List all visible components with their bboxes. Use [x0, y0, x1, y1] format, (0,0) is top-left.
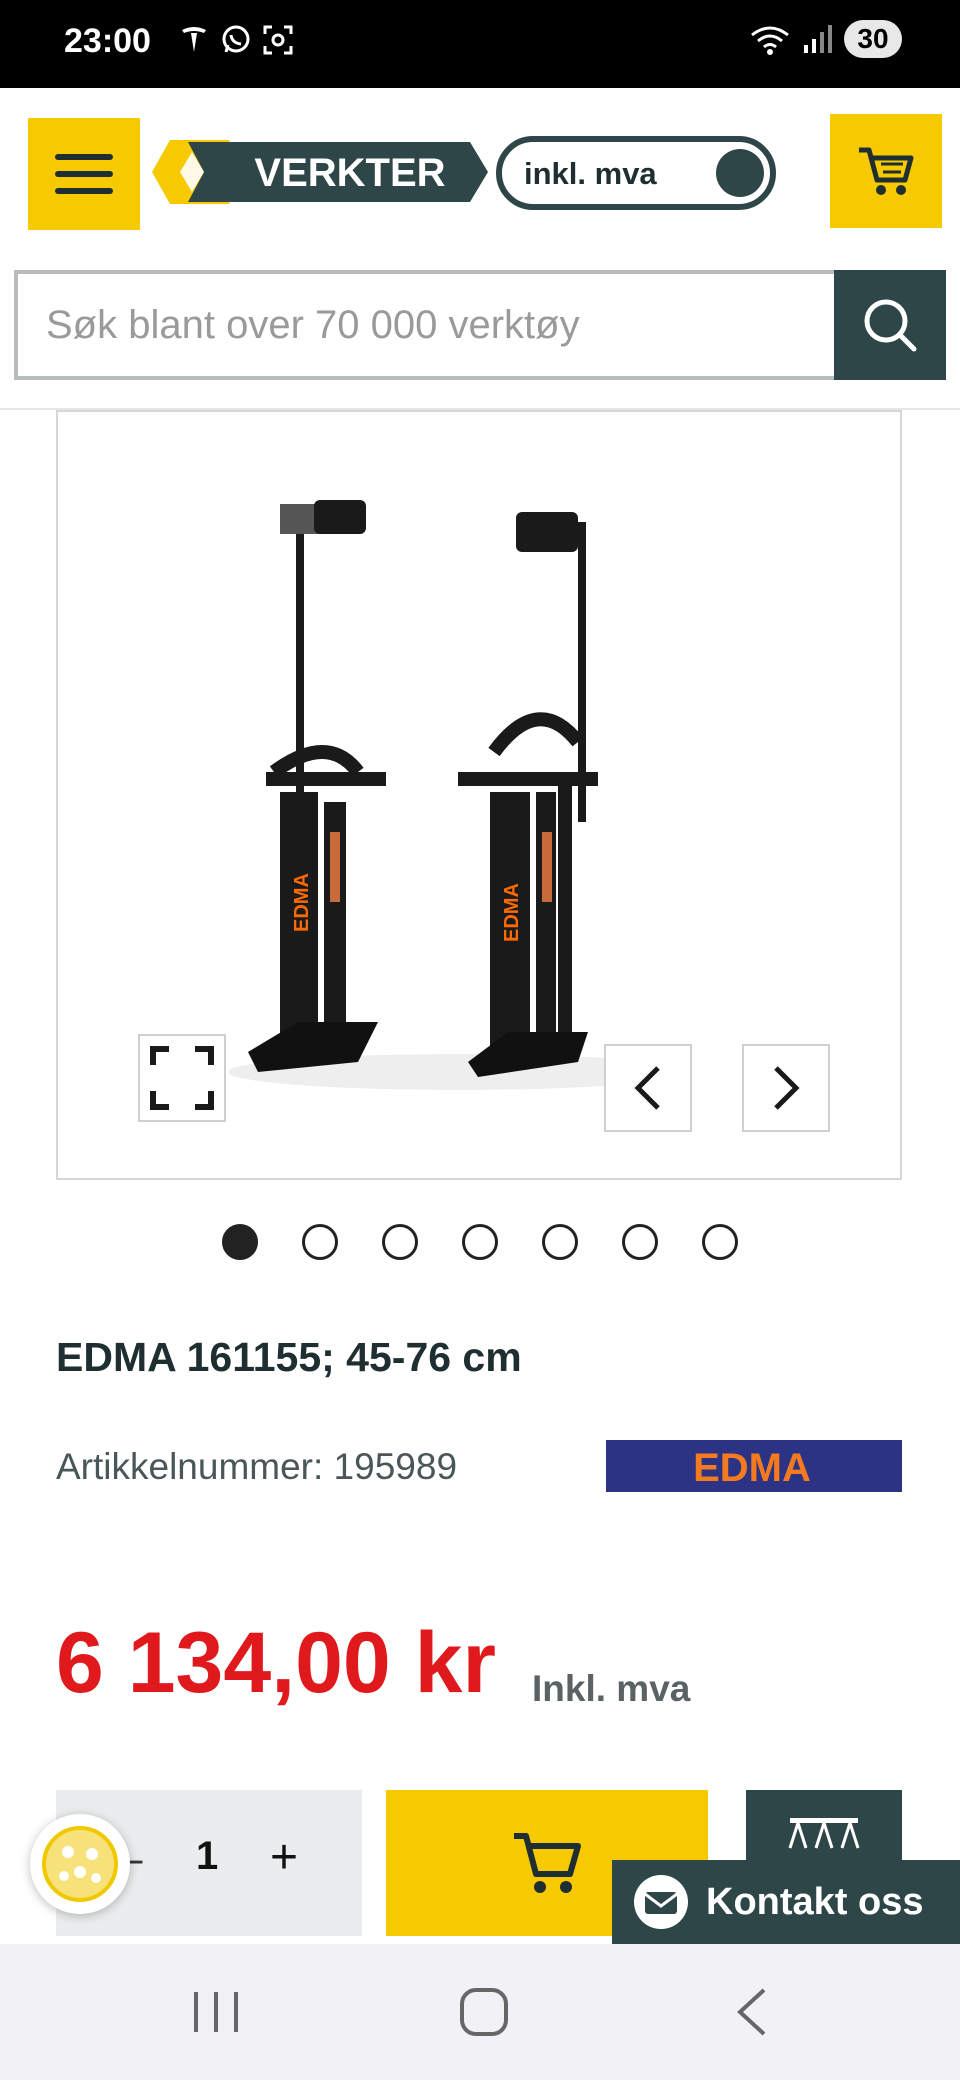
- previous-image-button[interactable]: [604, 1044, 692, 1132]
- product-price: 6 134,00 kr: [56, 1615, 496, 1711]
- gallery-dot-2[interactable]: [302, 1224, 338, 1260]
- chevron-left-icon: [634, 1066, 660, 1110]
- brand-logo-text: EDMA: [693, 1446, 811, 1490]
- status-bar: 23:00 30: [0, 0, 960, 88]
- product-image-gallery[interactable]: EDMA EDMA: [56, 410, 902, 1180]
- envelope-icon: [634, 1875, 688, 1929]
- search-bar: [14, 270, 946, 380]
- contact-label: Kontakt oss: [706, 1880, 924, 1923]
- screenshot-icon: [262, 24, 294, 56]
- search-button[interactable]: [834, 270, 946, 380]
- tesla-icon: [178, 24, 210, 56]
- battery-indicator: 30: [844, 20, 902, 58]
- gallery-dot-5[interactable]: [542, 1224, 578, 1260]
- status-right: 30: [750, 20, 902, 58]
- product-title: EDMA 161155; 45-76 cm: [56, 1334, 522, 1380]
- whatsapp-icon: [220, 24, 252, 56]
- article-number: Artikkelnummer: 195989: [56, 1446, 458, 1487]
- wifi-icon: [751, 26, 789, 55]
- gallery-dot-4[interactable]: [462, 1224, 498, 1260]
- system-navigation-bar: [0, 1944, 960, 2080]
- chevron-right-icon: [774, 1066, 800, 1110]
- status-time: 23:00: [64, 22, 151, 60]
- recent-apps-icon[interactable]: [186, 1984, 246, 2040]
- gallery-dot-7[interactable]: [702, 1224, 738, 1260]
- quantity-increase-button[interactable]: +: [270, 1830, 298, 1885]
- cart-icon: [859, 147, 914, 195]
- signal-icon: [804, 25, 832, 53]
- gallery-dot-1[interactable]: [222, 1224, 258, 1260]
- gallery-pagination: [0, 1224, 960, 1268]
- next-image-button[interactable]: [742, 1044, 830, 1132]
- home-icon[interactable]: [454, 1984, 514, 2040]
- status-notification-icons: [178, 24, 294, 56]
- cookie-icon: [42, 1826, 118, 1902]
- search-input[interactable]: [14, 270, 834, 380]
- menu-button[interactable]: [28, 118, 140, 230]
- vat-toggle[interactable]: inkl. mva: [496, 136, 776, 210]
- quantity-value[interactable]: 1: [196, 1834, 218, 1879]
- price-vat-label: Inkl. mva: [532, 1668, 691, 1709]
- gallery-dot-6[interactable]: [622, 1224, 658, 1260]
- svg-text:EDMA: EDMA: [291, 873, 313, 932]
- contact-button[interactable]: Kontakt oss: [612, 1860, 960, 1944]
- toggle-knob: [716, 149, 764, 197]
- brand-logo[interactable]: EDMA: [606, 1440, 902, 1492]
- trestle-icon: [788, 1818, 860, 1849]
- gallery-dot-3[interactable]: [382, 1224, 418, 1260]
- search-icon: [864, 299, 917, 352]
- logo-text: VERKTER: [254, 151, 445, 195]
- cookie-settings-button[interactable]: [30, 1814, 130, 1914]
- cart-button[interactable]: [830, 114, 942, 228]
- svg-text:EDMA: EDMA: [501, 883, 523, 942]
- fullscreen-button[interactable]: [138, 1034, 226, 1122]
- cart-icon: [514, 1833, 581, 1893]
- back-icon[interactable]: [724, 1984, 784, 2040]
- site-header: VERKTER inkl. mva: [0, 88, 960, 268]
- fullscreen-icon: [150, 1046, 214, 1110]
- verkter-logo[interactable]: VERKTER: [152, 136, 488, 208]
- vat-toggle-label: inkl. mva: [524, 156, 657, 191]
- hamburger-icon: [55, 154, 113, 194]
